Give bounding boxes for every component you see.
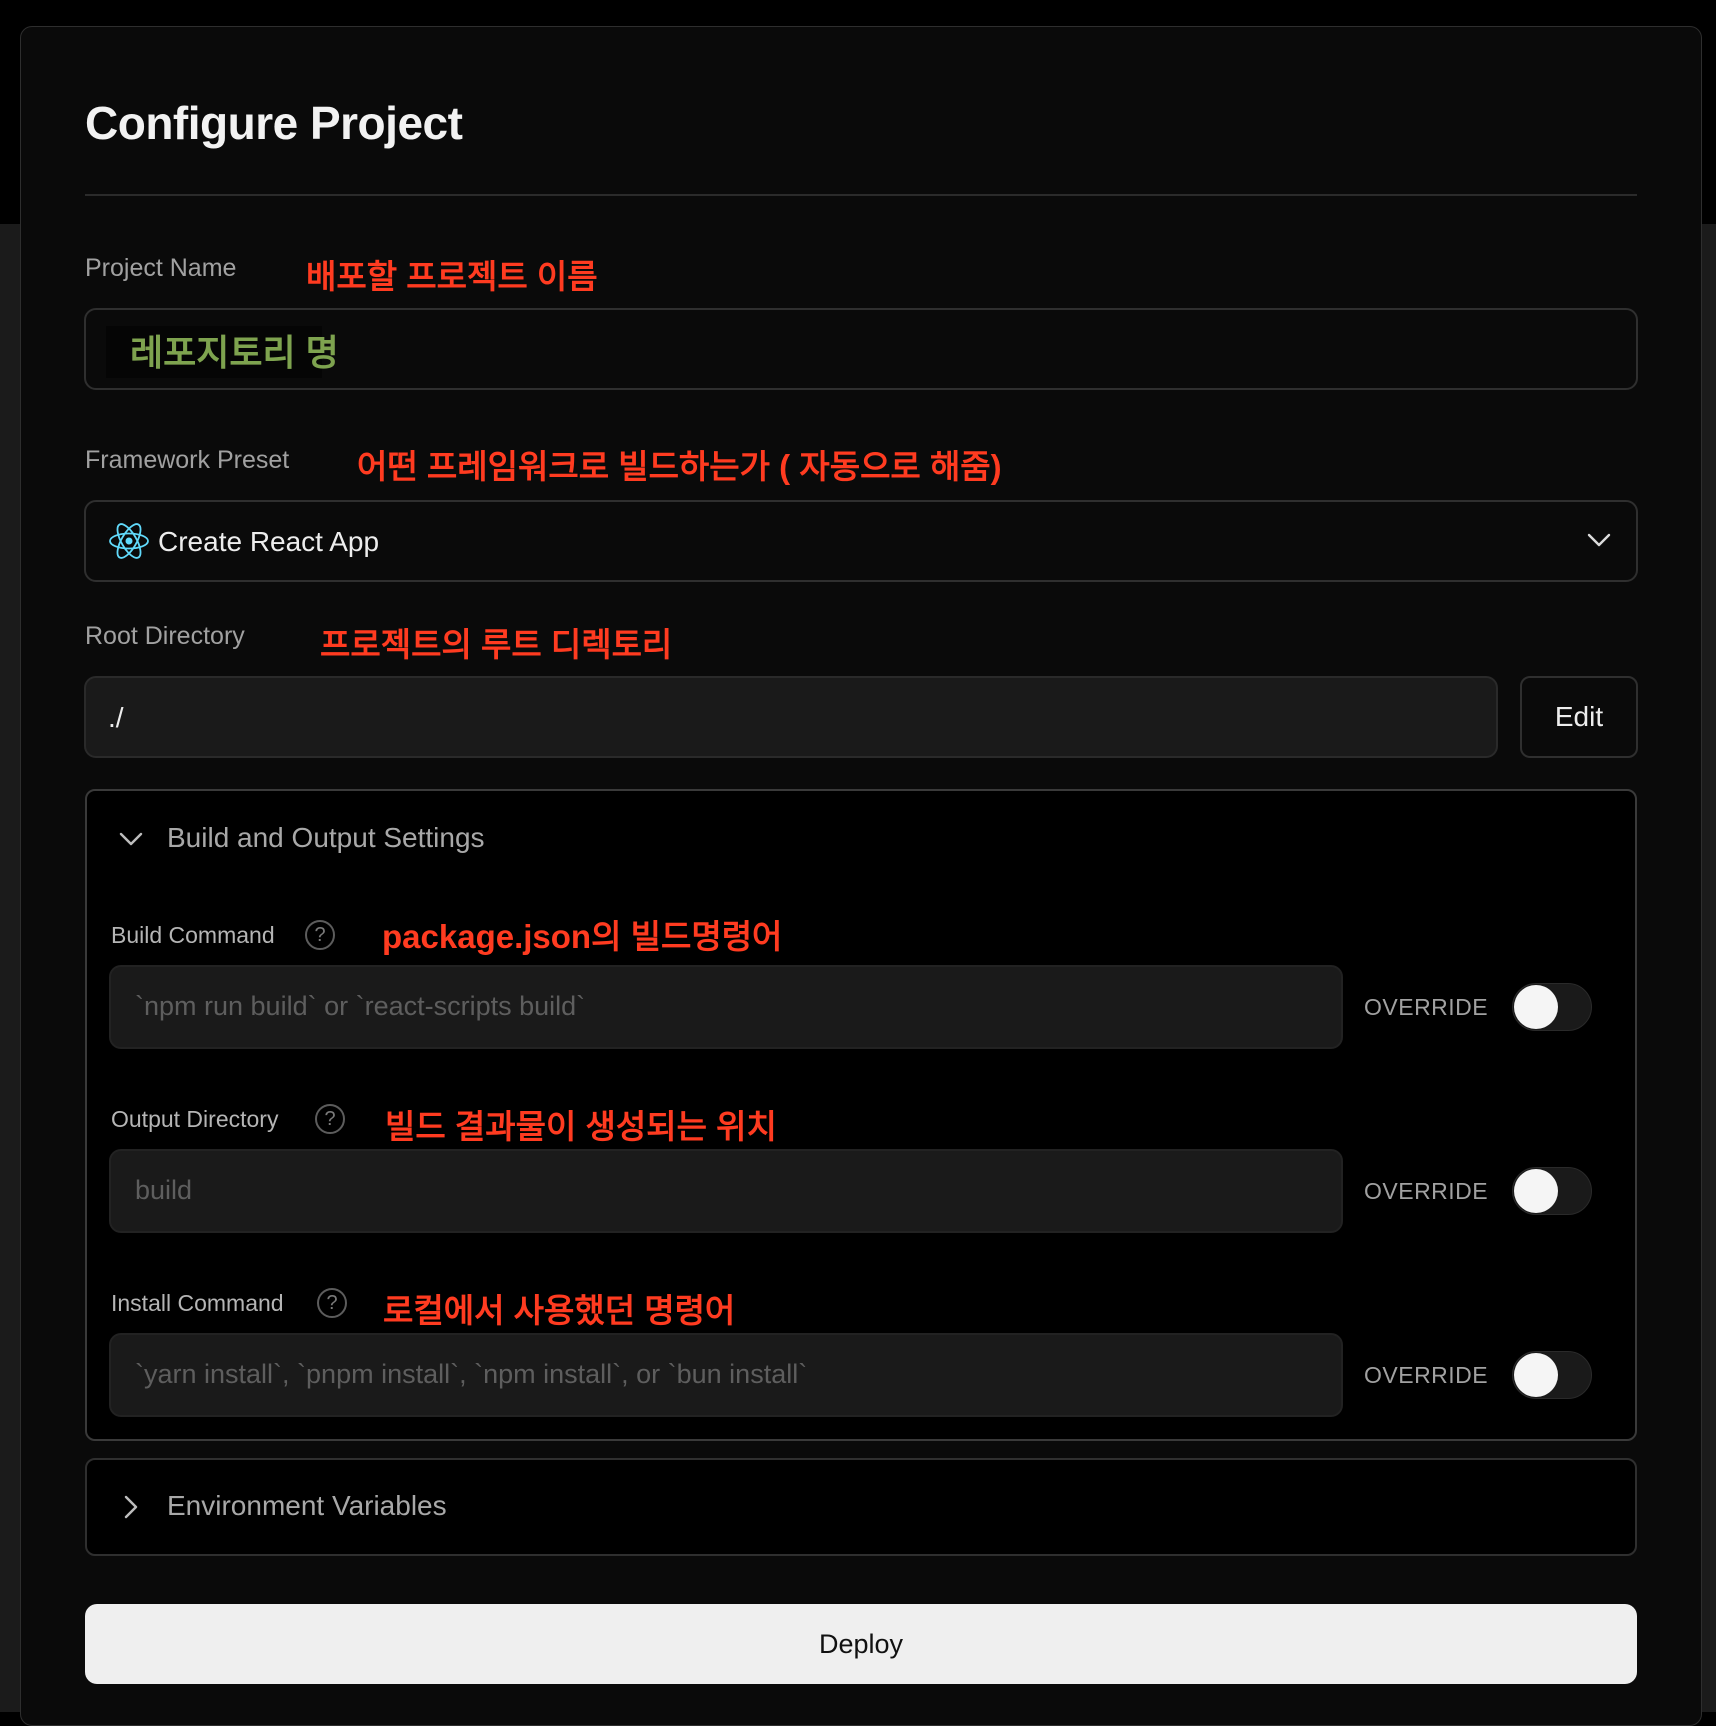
build-command-label: Build Command (111, 922, 275, 948)
output-directory-override-toggle[interactable] (1512, 1167, 1592, 1215)
chevron-right-icon[interactable] (122, 1494, 140, 1520)
help-icon[interactable]: ? (317, 1288, 347, 1318)
deploy-button[interactable]: Deploy (85, 1604, 1637, 1684)
build-command-annotation: package.json의 빌드명령어 (382, 918, 783, 955)
edit-root-directory-button[interactable]: Edit (1520, 676, 1638, 758)
install-command-override-toggle[interactable] (1512, 1351, 1592, 1399)
toggle-knob (1514, 1169, 1558, 1213)
install-command-label: Install Command (111, 1290, 284, 1316)
project-name-input[interactable]: 레포지토리 명 (84, 308, 1638, 390)
output-directory-label: Output Directory (111, 1106, 279, 1132)
output-directory-override-label: OVERRIDE (1364, 1178, 1489, 1204)
build-command-override-toggle[interactable] (1512, 983, 1592, 1031)
build-output-settings-toggle[interactable]: Build and Output Settings (167, 822, 485, 854)
root-directory-value: ./ (108, 702, 124, 733)
chevron-down-icon (1587, 533, 1611, 547)
toggle-knob (1514, 985, 1558, 1029)
framework-preset-label: Framework Preset (85, 446, 290, 474)
install-command-annotation: 로컬에서 사용했던 명령어 (383, 1292, 736, 1329)
framework-preset-annotation: 어떤 프레임워크로 빌드하는가 ( 자동으로 해줌) (357, 448, 1002, 485)
build-command-input[interactable]: `npm run build` or `react-scripts build` (109, 965, 1343, 1049)
project-name-label: Project Name (85, 254, 237, 282)
toggle-knob (1514, 1353, 1558, 1397)
framework-preset-value: Create React App (158, 526, 380, 557)
root-directory-input[interactable]: ./ (84, 676, 1498, 758)
title-divider (85, 194, 1637, 196)
install-command-override-label: OVERRIDE (1364, 1362, 1489, 1388)
chevron-down-icon[interactable] (118, 830, 144, 848)
build-command-placeholder: `npm run build` or `react-scripts build` (135, 991, 586, 1021)
install-command-placeholder: `yarn install`, `pnpm install`, `npm ins… (135, 1359, 808, 1389)
install-command-input[interactable]: `yarn install`, `pnpm install`, `npm ins… (109, 1333, 1343, 1417)
output-directory-placeholder: build (135, 1175, 193, 1205)
output-directory-input[interactable]: build (109, 1149, 1343, 1233)
output-directory-annotation: 빌드 결과물이 생성되는 위치 (385, 1108, 777, 1145)
help-icon[interactable]: ? (315, 1104, 345, 1134)
build-command-override-label: OVERRIDE (1364, 994, 1489, 1020)
root-directory-annotation: 프로젝트의 루트 디렉토리 (320, 626, 673, 663)
framework-preset-select[interactable]: Create React App (84, 500, 1638, 582)
project-name-value: 레포지토리 명 (130, 332, 339, 373)
help-icon[interactable]: ? (305, 920, 335, 950)
page-title: Configure Project (85, 97, 463, 149)
project-name-annotation: 배포할 프로젝트 이름 (306, 258, 598, 295)
react-icon (109, 523, 149, 559)
environment-variables-toggle[interactable]: Environment Variables (167, 1490, 447, 1522)
root-directory-label: Root Directory (85, 622, 245, 650)
